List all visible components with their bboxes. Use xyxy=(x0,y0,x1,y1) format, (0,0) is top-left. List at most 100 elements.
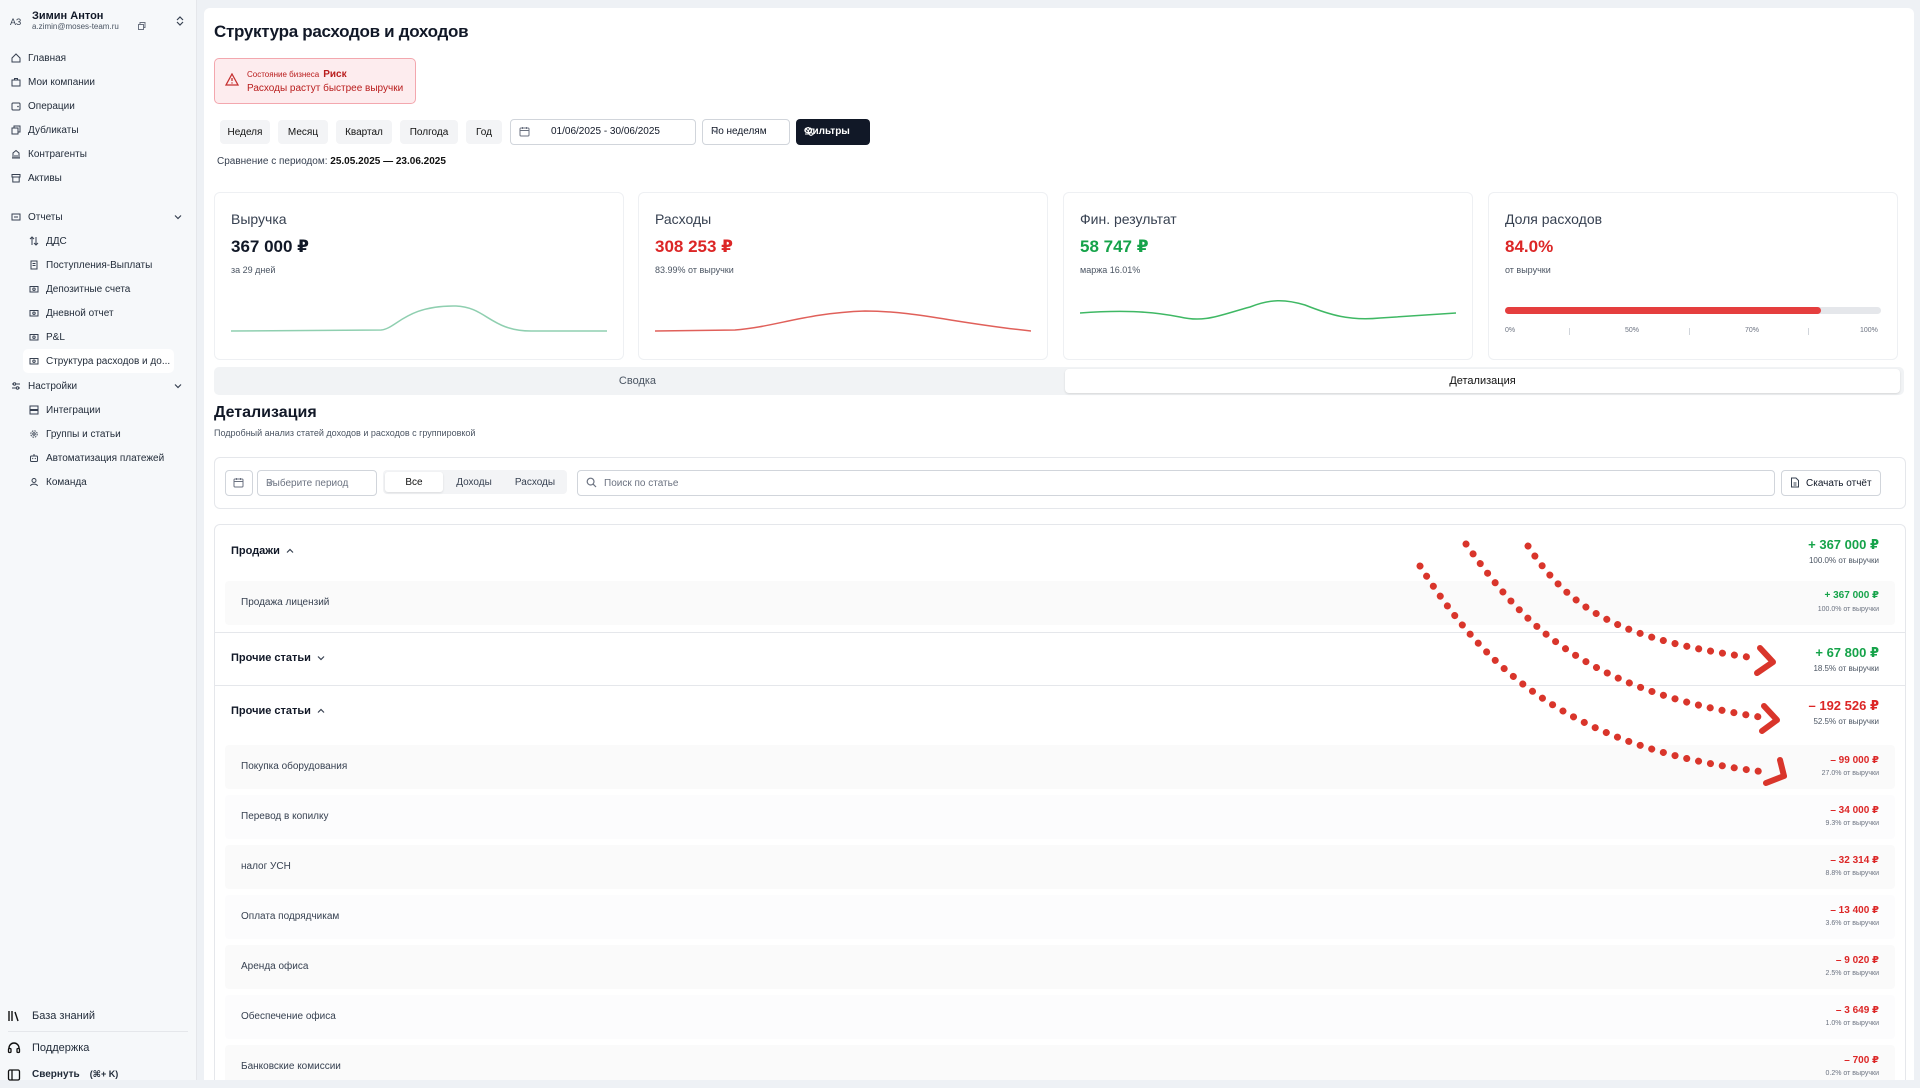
search-input[interactable] xyxy=(602,474,1766,492)
item-row: Перевод в копилку – 34 000 ₽ 9.3% от выр… xyxy=(225,795,1895,839)
collapse-sidebar-button[interactable]: Свернуть (⌘+ K) xyxy=(0,1061,196,1088)
tick-label: 100% xyxy=(1860,327,1878,334)
download-report-button[interactable]: Скачать отчёт xyxy=(1781,470,1881,496)
nav-item-support[interactable]: Поддержка xyxy=(0,1034,196,1061)
item-row: налог УСН – 32 314 ₽ 8.8% от выручки xyxy=(225,845,1895,889)
gear-icon xyxy=(28,428,40,440)
item-amount: – 32 314 ₽ xyxy=(1830,855,1879,866)
copy-icon xyxy=(10,124,22,136)
card-icon xyxy=(28,355,40,367)
date-range-picker[interactable]: 01/06/2025 - 30/06/2025 xyxy=(510,119,696,145)
nav-label: Настройки xyxy=(28,380,78,392)
nav-item-operations[interactable]: Операции xyxy=(0,94,196,118)
item-amount: – 700 ₽ xyxy=(1844,1055,1879,1066)
period-halfyear-button[interactable]: Полгода xyxy=(400,120,458,144)
item-amount: – 34 000 ₽ xyxy=(1830,805,1879,816)
card-icon xyxy=(28,307,40,319)
alert-message: Расходы растут быстрее выручки xyxy=(247,83,404,94)
period-year-button[interactable]: Год xyxy=(466,120,502,144)
kpi-title: Выручка xyxy=(231,211,287,227)
period-quarter-button[interactable]: Квартал xyxy=(336,120,392,144)
search-icon xyxy=(586,477,597,488)
nav-item-knowledge[interactable]: База знаний xyxy=(0,1002,196,1029)
nav-item-assets[interactable]: Активы xyxy=(0,166,196,190)
group-name: Продажи xyxy=(231,545,280,557)
nav-group-reports[interactable]: Отчеты xyxy=(0,205,196,229)
chevron-up-down-icon[interactable] xyxy=(176,16,184,26)
card-icon xyxy=(28,331,40,343)
group-name: Прочие статьи xyxy=(231,705,311,717)
nav-item-deposits[interactable]: Депозитные счета xyxy=(0,277,196,301)
nav-item-companies[interactable]: Мои компании xyxy=(0,70,196,94)
nav-label: Автоматизация платежей xyxy=(46,452,165,464)
sliders-icon xyxy=(10,380,22,392)
nav-item-team[interactable]: Команда xyxy=(0,470,196,494)
item-amount: – 3 649 ₽ xyxy=(1835,1005,1879,1016)
result-sparkline xyxy=(1080,300,1456,320)
nav-label: Активы xyxy=(28,172,62,184)
collapse-label: Свернуть xyxy=(32,1069,80,1080)
tick-label: 70% xyxy=(1745,327,1760,334)
type-segmented-control: Все Доходы Расходы xyxy=(383,470,567,494)
chevron-down-icon xyxy=(174,383,182,389)
account-switcher[interactable]: АЗ Зимин Антон a.zimin@moses-team.ru xyxy=(10,10,188,32)
group-row[interactable]: Прочие статьи + 67 800 ₽ 18.5% от выручк… xyxy=(215,633,1905,685)
nav-item-structure[interactable]: Структура расходов и до... xyxy=(23,349,174,373)
nav-group-settings[interactable]: Настройки xyxy=(0,374,196,398)
date-range-value: 01/06/2025 - 30/06/2025 xyxy=(551,126,660,137)
group-row[interactable]: Продажи + 367 000 ₽ 100.0% от выручки xyxy=(215,525,1905,581)
expenses-sparkline xyxy=(655,310,1031,332)
period-month-button[interactable]: Месяц xyxy=(278,120,328,144)
revenue-sparkline xyxy=(231,305,607,332)
comparison-period: Сравнение с периодом: 25.05.2025 — 23.06… xyxy=(217,156,446,167)
nav-item-dds[interactable]: ДДС xyxy=(0,229,196,253)
period-week-button[interactable]: Неделя xyxy=(220,120,270,144)
wallet-icon xyxy=(10,100,22,112)
item-amount: – 13 400 ₽ xyxy=(1830,905,1879,916)
grouping-select[interactable]: По неделям xyxy=(702,119,790,145)
nav-item-home[interactable]: Главная xyxy=(0,46,196,70)
divider xyxy=(8,1031,188,1032)
nav-item-pnl[interactable]: P&L xyxy=(0,325,196,349)
sidebar-footer: База знаний Поддержка Свернуть (⌘+ K) xyxy=(0,1002,196,1088)
group-row[interactable]: Прочие статьи – 192 526 ₽ 52.5% от выруч… xyxy=(215,686,1905,738)
nav-item-integrations[interactable]: Интеграции xyxy=(0,398,196,422)
segment-all[interactable]: Все xyxy=(385,472,443,492)
nav-item-duplicates[interactable]: Дубликаты xyxy=(0,118,196,142)
chevron-down-icon xyxy=(266,480,368,486)
file-icon xyxy=(1790,477,1800,488)
nav-label: База знаний xyxy=(32,1009,96,1022)
headset-icon xyxy=(6,1040,22,1056)
segment-expenses[interactable]: Расходы xyxy=(505,472,565,492)
main-nav: Главная Мои компании Операции Дубликаты … xyxy=(0,46,196,190)
nav-item-cashflow[interactable]: Поступления-Выплаты xyxy=(0,253,196,277)
segment-income[interactable]: Доходы xyxy=(445,472,503,492)
progress-ticks: 0% 50% 70% 100% xyxy=(1505,327,1881,337)
main-content: Структура расходов и доходов Состояние б… xyxy=(204,8,1914,1080)
period-select[interactable]: Выберите период xyxy=(257,470,377,496)
tick-label: 50% xyxy=(1625,327,1640,334)
nav-label: Структура расходов и до... xyxy=(46,355,171,367)
copy-icon[interactable] xyxy=(138,22,146,30)
filters-button[interactable]: Фильтры xyxy=(796,119,870,145)
page-title: Структура расходов и доходов xyxy=(214,22,469,41)
nav-label: Отчеты xyxy=(28,211,63,223)
nav-item-counterparties[interactable]: Контрагенты xyxy=(0,142,196,166)
nav-item-automation[interactable]: Автоматизация платежей xyxy=(0,446,196,470)
tick-label: 0% xyxy=(1505,327,1516,334)
item-label: налог УСН xyxy=(241,861,291,872)
progress-fill xyxy=(1505,307,1821,314)
kpi-title: Фин. результат xyxy=(1080,211,1177,227)
tab-summary[interactable]: Сводка xyxy=(216,369,1059,393)
nav-item-groups[interactable]: Группы и статьи xyxy=(0,422,196,446)
group-amount: + 367 000 ₽ xyxy=(1808,537,1879,552)
item-label: Аренда офиса xyxy=(241,961,309,972)
expense-share-progress xyxy=(1505,307,1881,314)
chevron-down-icon xyxy=(174,214,182,220)
tab-details[interactable]: Детализация xyxy=(1065,369,1900,393)
kpi-card-expenses: Расходы 308 253 ₽ 83.99% от выручки xyxy=(638,192,1048,360)
calendar-button[interactable] xyxy=(225,470,253,496)
group-label: Прочие статьи xyxy=(231,652,325,664)
nav-item-daily[interactable]: Дневной отчет xyxy=(0,301,196,325)
nav-label: Мои компании xyxy=(28,76,95,88)
